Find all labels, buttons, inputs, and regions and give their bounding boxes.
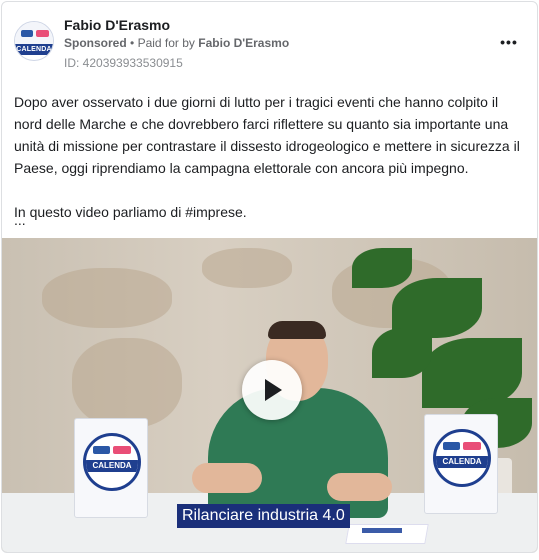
video-player[interactable]: CALENDA CALENDA Rilanciare industria 4.0 xyxy=(2,238,537,552)
video-caption: Rilanciare industria 4.0 xyxy=(177,504,350,528)
more-options-button[interactable]: ••• xyxy=(497,32,521,52)
sponsored-line: Sponsored • Paid for by Fabio D'Erasmo xyxy=(64,36,289,50)
page-avatar[interactable]: CALENDA xyxy=(14,21,54,61)
ad-header: CALENDA Fabio D'Erasmo Sponsored • Paid … xyxy=(2,2,537,82)
logo-chip-pink xyxy=(113,446,131,454)
speaker-hair xyxy=(268,321,326,339)
paid-for-by-label: Paid for by xyxy=(137,36,195,50)
map-decoration xyxy=(42,268,172,328)
post-text: Dopo aver osservato i due giorni di lutt… xyxy=(14,91,529,223)
speaker-arm xyxy=(192,463,262,493)
more-horizontal-icon: ••• xyxy=(500,34,518,50)
speaker-arm xyxy=(327,473,392,501)
map-decoration xyxy=(72,338,182,428)
ad-id: ID: 420393933530915 xyxy=(64,56,183,70)
avatar-logo-text: CALENDA xyxy=(15,44,53,55)
desk-papers-stripe xyxy=(362,528,402,533)
plant-leaves xyxy=(372,328,432,378)
payer-name: Fabio D'Erasmo xyxy=(198,36,290,50)
ad-card: CALENDA Fabio D'Erasmo Sponsored • Paid … xyxy=(1,1,538,553)
placard-logo-text: CALENDA xyxy=(436,456,488,468)
play-icon xyxy=(265,379,282,401)
avatar-chip-pink xyxy=(36,30,49,37)
avatar-chip-blue xyxy=(21,30,33,37)
avatar-top xyxy=(15,22,53,44)
sponsored-label: Sponsored xyxy=(64,36,127,50)
separator-dot: • xyxy=(130,36,135,50)
play-button[interactable] xyxy=(242,360,302,420)
campaign-logo: CALENDA xyxy=(433,429,491,487)
logo-chip-blue xyxy=(443,442,460,450)
campaign-logo: CALENDA xyxy=(83,433,141,491)
page-name[interactable]: Fabio D'Erasmo xyxy=(64,17,170,33)
campaign-placard-left: CALENDA xyxy=(74,418,148,518)
map-decoration xyxy=(202,248,292,288)
logo-chip-blue xyxy=(93,446,110,454)
plant-leaves xyxy=(352,248,412,288)
post-paragraph: Dopo aver osservato i due giorni di lutt… xyxy=(14,94,520,176)
desk-papers xyxy=(345,524,429,544)
placard-logo-text: CALENDA xyxy=(86,460,138,472)
see-more-ellipsis[interactable]: ... xyxy=(14,212,26,228)
campaign-placard-right: CALENDA xyxy=(424,414,498,514)
post-paragraph-hashtag: In questo video parliamo di #imprese. xyxy=(14,204,247,220)
logo-chip-pink xyxy=(463,442,481,450)
